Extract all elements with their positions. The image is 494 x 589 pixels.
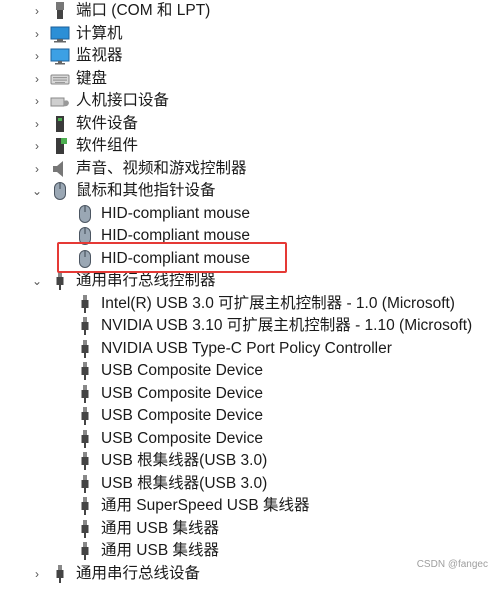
usb-icon (75, 429, 95, 449)
tree-device[interactable]: 通用 USB 集线器 (0, 518, 494, 541)
tree-item-label: 监视器 (76, 47, 123, 64)
tree-item-label: NVIDIA USB Type-C Port Policy Controller (101, 339, 392, 357)
tree-category[interactable]: › 声音、视频和游戏控制器 (0, 158, 494, 181)
hid-icon (50, 91, 70, 111)
tree-category[interactable]: › 监视器 (0, 45, 494, 68)
tree-item-label: NVIDIA USB 3.10 可扩展主机控制器 - 1.10 (Microso… (101, 317, 473, 334)
usb-icon (50, 271, 70, 291)
tree-item-label: USB Composite Device (101, 362, 263, 379)
usb-icon (75, 474, 95, 494)
chevron-right-icon[interactable]: › (30, 23, 44, 45)
tree-category[interactable]: › 软件设备 (0, 113, 494, 136)
tree-item-label: USB Composite Device (101, 407, 263, 424)
usb-icon (75, 339, 95, 359)
tree-device[interactable]: USB Composite Device (0, 383, 494, 406)
tree-category[interactable]: › 软件组件 (0, 135, 494, 158)
tree-device[interactable]: USB Composite Device (0, 405, 494, 428)
monitor-icon (50, 46, 70, 66)
chevron-right-icon[interactable]: › (30, 68, 44, 90)
tree-item-label: USB Composite Device (101, 384, 263, 402)
watermark: CSDN @fangec (416, 559, 488, 570)
chevron-down-icon[interactable]: ⌄ (30, 180, 44, 202)
tree-item-label: USB 根集线器(USB 3.0) (101, 474, 268, 492)
tree-item-label: USB Composite Device (101, 429, 263, 447)
tree-device[interactable]: USB Composite Device (0, 428, 494, 451)
tree-device[interactable]: NVIDIA USB 3.10 可扩展主机控制器 - 1.10 (Microso… (0, 315, 494, 338)
usb-icon (75, 451, 95, 471)
usb-icon (75, 384, 95, 404)
chevron-right-icon[interactable]: › (30, 113, 44, 135)
tree-category[interactable]: ⌄ 鼠标和其他指针设备 (0, 180, 494, 203)
chevron-right-icon[interactable]: › (30, 90, 44, 112)
port-icon (50, 1, 70, 21)
tree-category[interactable]: › 人机接口设备 (0, 90, 494, 113)
software-device-icon (50, 114, 70, 134)
usb-icon (75, 496, 95, 516)
usb-icon (75, 294, 95, 314)
usb-icon (75, 316, 95, 336)
tree-device[interactable]: 通用 SuperSpeed USB 集线器 (0, 495, 494, 518)
tree-category[interactable]: › 计算机 (0, 23, 494, 46)
tree-item-label: 端口 (COM 和 LPT) (76, 2, 211, 19)
chevron-right-icon[interactable]: › (30, 158, 44, 180)
highlight-box (57, 242, 287, 273)
mouse-icon (50, 181, 70, 201)
chevron-right-icon[interactable]: › (30, 45, 44, 67)
tree-item-label: 鼠标和其他指针设备 (76, 182, 216, 199)
tree-item-label: 软件设备 (76, 114, 139, 132)
device-tree: › 端口 (COM 和 LPT) › 计算机 › 监视器 › 键盘 › 人机接口设备 › 软件设备 › 软… (0, 0, 494, 583)
chevron-down-icon[interactable]: ⌄ (30, 270, 44, 292)
tree-device[interactable]: Intel(R) USB 3.0 可扩展主机控制器 - 1.0 (Microso… (0, 293, 494, 316)
tree-item-label: 软件组件 (76, 137, 139, 154)
tree-item-label: 通用 USB 集线器 (101, 542, 219, 559)
tree-item-label: 人机接口设备 (76, 92, 170, 109)
software-component-icon (50, 136, 70, 156)
usb-icon (75, 519, 95, 539)
tree-item-label: 声音、视频和游戏控制器 (76, 159, 247, 177)
usb-icon (75, 406, 95, 426)
keyboard-icon (50, 69, 70, 89)
tree-item-label: USB 根集线器(USB 3.0) (101, 452, 268, 469)
usb-icon (75, 541, 95, 561)
tree-item-label: 通用 USB 集线器 (101, 519, 219, 537)
tree-item-label: 计算机 (76, 24, 123, 42)
chevron-right-icon[interactable]: › (30, 135, 44, 157)
tree-category[interactable]: ⌄ 通用串行总线控制器 (0, 270, 494, 293)
tree-category[interactable]: › 端口 (COM 和 LPT) (0, 0, 494, 23)
speaker-icon (50, 159, 70, 179)
chevron-right-icon[interactable]: › (30, 0, 44, 22)
tree-device[interactable]: USB 根集线器(USB 3.0) (0, 450, 494, 473)
tree-device[interactable]: USB Composite Device (0, 360, 494, 383)
tree-device[interactable]: HID-compliant mouse (0, 203, 494, 226)
tree-device[interactable]: USB 根集线器(USB 3.0) (0, 473, 494, 496)
computer-icon (50, 24, 70, 44)
tree-device[interactable]: NVIDIA USB Type-C Port Policy Controller (0, 338, 494, 361)
tree-item-label: Intel(R) USB 3.0 可扩展主机控制器 - 1.0 (Microso… (101, 294, 455, 312)
tree-category[interactable]: › 键盘 (0, 68, 494, 91)
tree-item-label: HID-compliant mouse (101, 204, 251, 222)
mouse-icon (75, 204, 95, 224)
tree-item-label: 通用串行总线控制器 (76, 272, 216, 289)
tree-item-label: 通用 SuperSpeed USB 集线器 (101, 497, 310, 514)
usb-icon (75, 361, 95, 381)
tree-item-label: 键盘 (76, 69, 108, 87)
